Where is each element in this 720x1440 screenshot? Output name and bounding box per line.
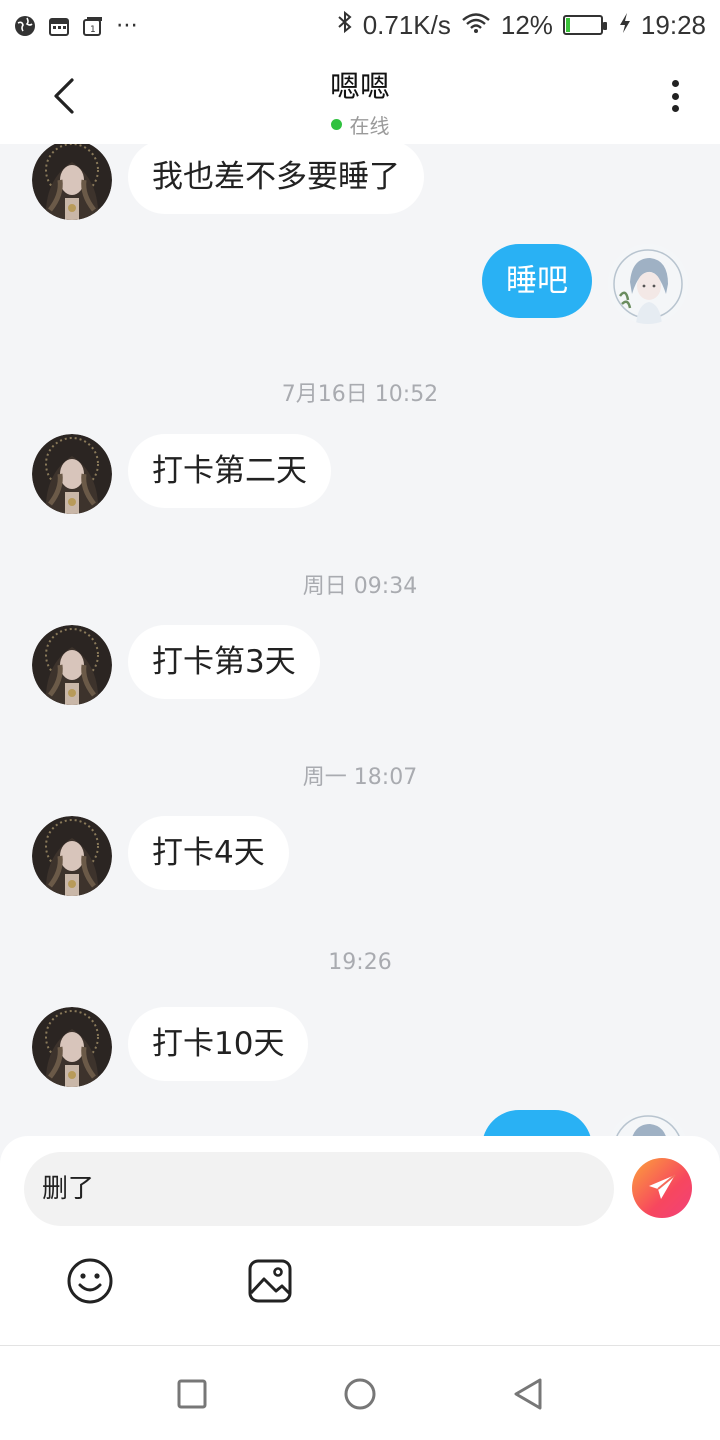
contact-avatar[interactable] (32, 434, 112, 514)
recent-apps-button[interactable] (172, 1374, 212, 1414)
clock: 19:28 (640, 9, 706, 40)
send-button[interactable] (632, 1158, 692, 1218)
incoming-message[interactable]: 打卡10天 (128, 1007, 309, 1081)
online-status: 在线 (0, 110, 720, 139)
back-nav-button[interactable] (508, 1374, 548, 1414)
smiley-icon (67, 1258, 113, 1304)
image-icon (248, 1259, 292, 1303)
incoming-message[interactable]: 打卡第二天 (128, 434, 331, 508)
battery-percent: 12% (500, 9, 553, 40)
more-notifications-icon: ⋯ (116, 12, 138, 38)
composer-panel: 删了 (0, 1136, 720, 1346)
timestamp: 周日 09:34 (302, 574, 418, 599)
contact-avatar[interactable] (32, 1007, 112, 1087)
incoming-message[interactable]: 我也差不多要睡了 (128, 144, 424, 214)
contact-avatar[interactable] (32, 625, 112, 705)
globe-icon (14, 14, 36, 36)
timestamp: 周一 18:07 (302, 765, 418, 790)
bluetooth-icon (337, 10, 353, 41)
circle-icon (344, 1378, 376, 1410)
my-avatar[interactable] (608, 244, 688, 324)
charging-icon (619, 10, 631, 41)
incoming-message[interactable]: 打卡第3天 (128, 625, 320, 699)
contact-avatar[interactable] (32, 144, 112, 220)
more-options-button[interactable] (660, 74, 690, 118)
message-input[interactable]: 删了 (24, 1152, 614, 1226)
contact-avatar[interactable] (32, 816, 112, 896)
status-bar: 1 ⋯ 0.71K/s 12% 19:28 (0, 0, 720, 50)
calendar-icon (48, 14, 70, 36)
timestamp: 7月16日 10:52 (281, 382, 439, 407)
network-speed: 0.71K/s (362, 9, 451, 40)
wifi-icon (461, 10, 491, 41)
outgoing-message[interactable]: 睡吧 (482, 244, 592, 318)
incoming-message[interactable]: 打卡4天 (128, 816, 289, 890)
send-icon (649, 1174, 676, 1199)
svg-text:1: 1 (90, 25, 96, 35)
battery-icon (562, 15, 607, 35)
timestamp: 19:26 (328, 950, 392, 975)
chat-header: 嗯嗯 在线 (0, 50, 720, 144)
more-dot-icon (671, 105, 679, 112)
online-status-label: 在线 (349, 114, 390, 138)
emoji-button[interactable] (65, 1256, 115, 1306)
square-icon (177, 1379, 207, 1409)
home-button[interactable] (340, 1374, 380, 1414)
more-dot-icon (671, 80, 679, 87)
calendar-day-icon: 1 (82, 14, 104, 36)
image-button[interactable] (245, 1256, 295, 1306)
chat-message-list[interactable]: 我也差不多要睡了 睡吧 7月16日 10:52 打卡第二天 周日 09:34 打… (0, 144, 720, 1154)
online-dot-icon (330, 119, 342, 130)
more-dot-icon (671, 92, 679, 100)
contact-name: 嗯嗯 (330, 70, 390, 105)
triangle-back-icon (514, 1378, 542, 1410)
system-navigation-bar (0, 1346, 720, 1440)
